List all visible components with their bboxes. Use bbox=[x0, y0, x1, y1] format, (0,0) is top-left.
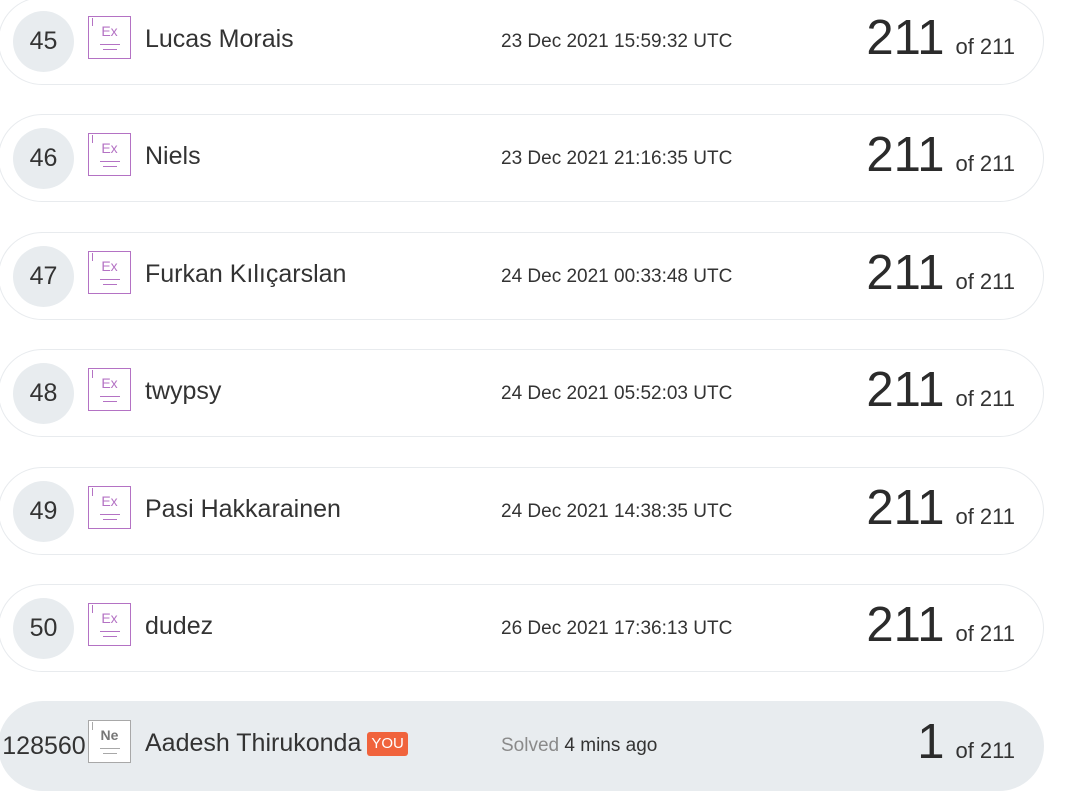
score-value: 211 bbox=[866, 363, 945, 417]
player-name[interactable]: twypsy bbox=[145, 377, 221, 406]
score-value: 211 bbox=[866, 481, 945, 535]
score-total: of 211 bbox=[955, 621, 1015, 646]
leaderboard-row[interactable]: 45 Ex Lucas Morais 23 Dec 2021 15:59:32 … bbox=[0, 0, 1044, 85]
score: 211 of 211 bbox=[866, 597, 1015, 653]
rank-circle: 45 bbox=[13, 11, 74, 72]
score-value: 211 bbox=[866, 598, 945, 652]
leaderboard-row[interactable]: 50 Ex dudez 26 Dec 2021 17:36:13 UTC 211… bbox=[0, 584, 1044, 672]
rank-circle: 48 bbox=[13, 363, 74, 424]
score-value: 211 bbox=[866, 11, 945, 65]
rank-circle: 49 bbox=[13, 481, 74, 542]
score-total: of 211 bbox=[955, 386, 1015, 411]
score: 211 of 211 bbox=[866, 10, 1015, 66]
leaderboard-row[interactable]: 48 Ex twypsy 24 Dec 2021 05:52:03 UTC 21… bbox=[0, 349, 1044, 437]
you-badge: YOU bbox=[367, 731, 408, 756]
element-badge-icon: Ne bbox=[88, 720, 131, 763]
element-badge-icon: Ex bbox=[88, 603, 131, 646]
score-total: of 211 bbox=[955, 504, 1015, 529]
score: 211 of 211 bbox=[866, 362, 1015, 418]
player-name[interactable]: Niels bbox=[145, 142, 201, 171]
score-total: of 211 bbox=[955, 34, 1015, 59]
score: 1 of 211 bbox=[917, 714, 1015, 770]
leaderboard-row[interactable]: 46 Ex Niels 23 Dec 2021 21:16:35 UTC 211… bbox=[0, 114, 1044, 202]
player-name[interactable]: dudez bbox=[145, 612, 213, 641]
score-value: 211 bbox=[866, 128, 945, 182]
rank-number: 128560 bbox=[2, 732, 86, 760]
player-name[interactable]: Pasi Hakkarainen bbox=[145, 495, 341, 524]
completion-time: 23 Dec 2021 15:59:32 UTC bbox=[501, 31, 733, 52]
player-name[interactable]: Aadesh Thirukonda bbox=[145, 729, 361, 758]
score-value: 211 bbox=[866, 246, 945, 300]
player-name[interactable]: Lucas Morais bbox=[145, 25, 294, 54]
solved-time: 4 mins ago bbox=[564, 735, 658, 756]
solved-status: Solved 4 mins ago bbox=[501, 735, 657, 757]
leaderboard-row[interactable]: 49 Ex Pasi Hakkarainen 24 Dec 2021 14:38… bbox=[0, 467, 1044, 555]
player-name-wrap: Aadesh Thirukonda YOU bbox=[145, 729, 408, 758]
completion-time: 24 Dec 2021 05:52:03 UTC bbox=[501, 383, 733, 404]
element-badge-icon: Ex bbox=[88, 486, 131, 529]
element-badge-icon: Ex bbox=[88, 368, 131, 411]
rank-circle: 50 bbox=[13, 598, 74, 659]
element-badge-icon: Ex bbox=[88, 16, 131, 59]
rank-circle: 47 bbox=[13, 246, 74, 307]
completion-time: 26 Dec 2021 17:36:13 UTC bbox=[501, 618, 733, 639]
element-badge-icon: Ex bbox=[88, 251, 131, 294]
player-name[interactable]: Furkan Kılıçarslan bbox=[145, 260, 346, 289]
score: 211 of 211 bbox=[866, 245, 1015, 301]
element-badge-icon: Ex bbox=[88, 133, 131, 176]
score: 211 of 211 bbox=[866, 127, 1015, 183]
leaderboard-row[interactable]: 47 Ex Furkan Kılıçarslan 24 Dec 2021 00:… bbox=[0, 232, 1044, 320]
score-total: of 211 bbox=[955, 269, 1015, 294]
completion-time: 24 Dec 2021 14:38:35 UTC bbox=[501, 501, 733, 522]
rank-circle: 46 bbox=[13, 128, 74, 189]
completion-time: 23 Dec 2021 21:16:35 UTC bbox=[501, 148, 733, 169]
current-user-row[interactable]: 128560 Ne Aadesh Thirukonda YOU Solved 4… bbox=[0, 701, 1044, 791]
score: 211 of 211 bbox=[866, 480, 1015, 536]
score-total: of 211 bbox=[955, 738, 1015, 763]
completion-time: 24 Dec 2021 00:33:48 UTC bbox=[501, 266, 733, 287]
score-total: of 211 bbox=[955, 151, 1015, 176]
solved-label: Solved bbox=[501, 735, 560, 756]
score-value: 1 bbox=[917, 715, 945, 769]
